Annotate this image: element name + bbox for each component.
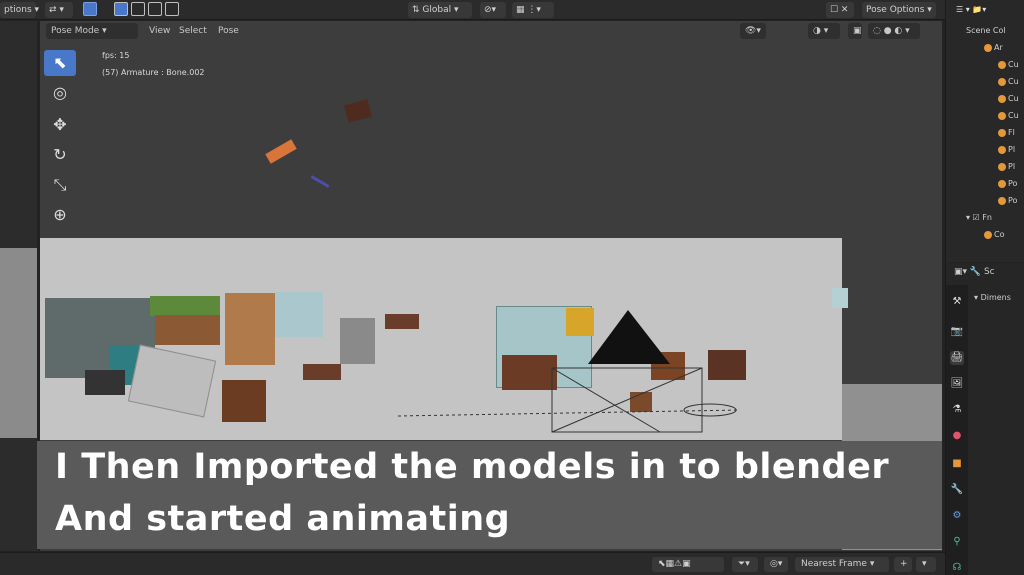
data-tab-icon[interactable]: ⚲ (950, 535, 964, 549)
proportional-dropdown[interactable]: ◎▾ (764, 557, 788, 572)
outliner-header[interactable]: ☰ ▾ 📁▾ (956, 3, 1024, 16)
snap-dropdown[interactable]: ▦ ⋮▾ (512, 2, 554, 18)
snap-mode-dropdown[interactable]: Nearest Frame ▾ (795, 557, 889, 572)
mode-extend-button[interactable] (131, 2, 145, 16)
mesh-icon (998, 196, 1006, 205)
scene-collection[interactable]: Scene Col (966, 24, 1024, 37)
select-menu[interactable]: Select (174, 23, 212, 39)
move-tool[interactable]: ✥ (44, 112, 76, 138)
black-cone (588, 310, 670, 364)
filter-dropdown[interactable]: ⏷▾ (732, 557, 758, 572)
top-bar: ptions ▾ ⇄ ▾ ⇅ Global ▾ ⊘▾ ▦ ⋮▾ ☐ ✕ Pose… (0, 0, 1024, 20)
object-icon (984, 43, 992, 52)
outliner-item[interactable]: Cu (998, 109, 1024, 122)
shading-buttons[interactable]: ◌ ● ◐ ▾ (868, 23, 920, 39)
pose-options-dropdown[interactable]: Pose Options ▾ (862, 2, 936, 18)
object-icon (998, 111, 1006, 120)
select-mode-button[interactable] (83, 2, 97, 16)
auto-keying-toggle[interactable]: ☐ ✕ (826, 2, 854, 18)
mode-invert-button[interactable] (165, 2, 179, 16)
scale-tool[interactable]: ⤡ (44, 172, 76, 198)
object-icon (998, 128, 1006, 137)
options-menu[interactable]: ptions ▾ (0, 2, 39, 18)
xray-toggle[interactable]: ▣ (848, 23, 862, 39)
outliner-item[interactable]: Co (984, 228, 1024, 241)
outliner-item[interactable]: Pl (998, 143, 1024, 156)
mode-dropdown[interactable]: Pose Mode ▾ (46, 23, 138, 39)
active-object-label: (57) Armature : Bone.002 (102, 68, 205, 77)
rotate-tool[interactable]: ↻ (44, 142, 76, 168)
mode-new-button[interactable] (114, 2, 128, 16)
mesh-icon (998, 145, 1006, 154)
caption-line-1: I Then Imported the models in to blender (55, 447, 890, 487)
video-caption: I Then Imported the models in to blender… (37, 441, 942, 549)
view-menu[interactable]: View (144, 23, 175, 39)
outliner-item[interactable]: Ar (984, 41, 1024, 54)
visibility-icon[interactable]: 👁▾ (740, 23, 766, 39)
caption-line-2: And started animating (55, 499, 511, 539)
transform-tool[interactable]: ⊕ (44, 202, 76, 228)
object-tab-icon[interactable]: ■ (950, 457, 964, 471)
wire-line (551, 367, 661, 433)
viewport-header: Pose Mode ▾ View Select Pose 👁▾ ◑ ▾ ▣ ◌ … (40, 21, 940, 41)
transform-orientation-dropdown[interactable]: ⇅ Global ▾ (408, 2, 472, 18)
outliner-item[interactable]: Cu (998, 92, 1024, 105)
overlays-toggle[interactable]: ◑ ▾ (808, 23, 840, 39)
more-button[interactable]: ▾ (916, 557, 936, 572)
outliner-item[interactable]: Po (998, 177, 1024, 190)
scene-tab-icon[interactable]: ⚗ (950, 403, 964, 417)
outliner-panel: ☰ ▾ 📁▾ Scene Col Ar Cu Cu Cu Cu Fl Pl Pl… (945, 0, 1024, 262)
rig-wireframe (397, 310, 741, 433)
dimensions-panel-label[interactable]: ▾ Dimens (974, 293, 1011, 302)
object-icon (998, 77, 1006, 86)
tool-tab-icon[interactable]: ⚒ (950, 295, 964, 309)
editor-type-menu[interactable]: ⇄ ▾ (45, 2, 73, 18)
outliner-item[interactable]: Fl (998, 126, 1024, 139)
world-tab-icon[interactable]: ● (950, 429, 964, 443)
left-image-fragment (0, 248, 37, 438)
add-button[interactable]: + (894, 557, 912, 572)
status-bar: ⬉▦⚠▣ ⏷▾ ◎▾ Nearest Frame ▾ + ▾ (0, 552, 945, 575)
mesh-icon (998, 179, 1006, 188)
properties-panel: ▣▾ 🔧 Sc ⚒ 📷 🖨 🖼 ⚗ ● ■ 🔧 ⚙ ⚲ ☊ ▾ Dimens (945, 263, 1024, 575)
fps-readout: fps: 15 (102, 51, 130, 60)
view-layer-tab-icon[interactable]: 🖼 (950, 377, 964, 391)
mode-subtract-button[interactable] (148, 2, 162, 16)
bone-tab-icon[interactable]: ☊ (950, 561, 964, 575)
object-icon (998, 60, 1006, 69)
outliner-collection[interactable]: ▾ ☑ Fn (966, 211, 1024, 224)
outliner-item[interactable]: Cu (998, 75, 1024, 88)
modifier-tab-icon[interactable]: 🔧 (950, 483, 964, 497)
cursor-tool[interactable]: ◎ (44, 80, 76, 106)
properties-header[interactable]: ▣▾ 🔧 Sc (954, 267, 995, 277)
select-box-tool[interactable]: ⬉ (44, 50, 76, 76)
outliner-item[interactable]: Cu (998, 58, 1024, 71)
pose-menu[interactable]: Pose (213, 23, 244, 39)
wire-line (551, 367, 703, 433)
outliner-item[interactable]: Po (998, 194, 1024, 207)
pivot-dropdown[interactable]: ⊘▾ (480, 2, 506, 18)
camera-icon (984, 230, 992, 239)
outliner-item[interactable]: Pl (998, 160, 1024, 173)
output-tab-icon[interactable]: 🖨 (950, 351, 964, 365)
properties-tabs: ⚒ 📷 🖨 🖼 ⚗ ● ■ 🔧 ⚙ ⚲ ☊ (946, 285, 968, 575)
mesh-icon (998, 162, 1006, 171)
render-tab-icon[interactable]: 📷 (950, 325, 964, 339)
object-icon (998, 94, 1006, 103)
keying-buttons[interactable]: ⬉▦⚠▣ (652, 557, 724, 572)
particles-tab-icon[interactable]: ⚙ (950, 509, 964, 523)
